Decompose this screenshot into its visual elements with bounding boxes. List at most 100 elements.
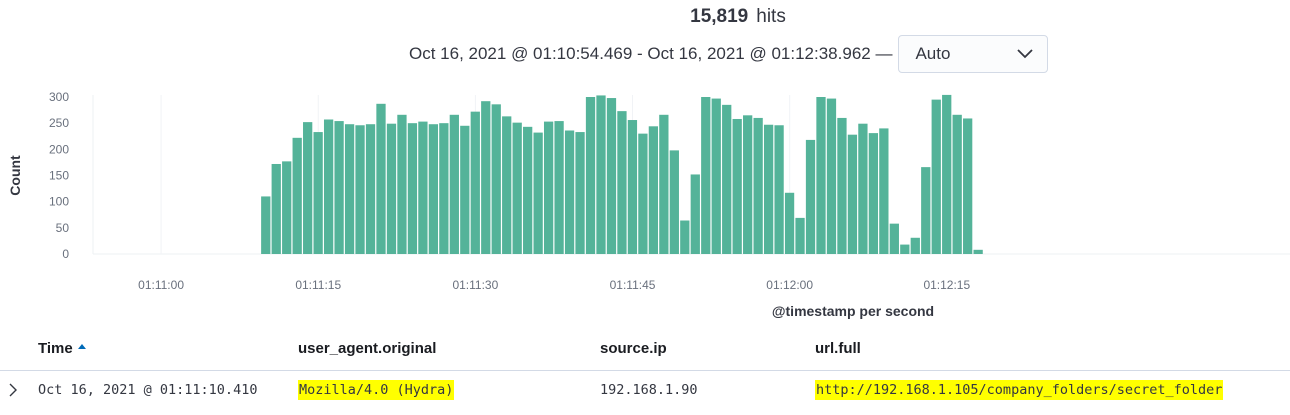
histogram-bar[interactable] (753, 117, 763, 254)
histogram-bar[interactable] (523, 126, 533, 254)
histogram-bar[interactable] (868, 133, 879, 254)
histogram-bar[interactable] (931, 99, 941, 254)
histogram-bar[interactable] (837, 117, 847, 254)
chevron-down-icon (1017, 49, 1034, 59)
histogram-bar[interactable] (386, 123, 397, 254)
histogram-bar[interactable] (596, 95, 606, 255)
histogram-bar[interactable] (669, 150, 679, 254)
histogram-bar[interactable] (323, 119, 334, 255)
histogram-bar[interactable] (470, 111, 480, 254)
column-header-source-ip[interactable]: source.ip (600, 340, 667, 357)
y-tick-label: 200 (49, 142, 69, 156)
hits-number: 15,819 (690, 6, 749, 27)
histogram-bar[interactable] (502, 116, 512, 254)
histogram-bar[interactable] (910, 237, 920, 254)
cell-time: Oct 16, 2021 @ 01:11:10.410 (38, 382, 258, 398)
histogram-bar[interactable] (879, 128, 889, 254)
y-tick-label: 250 (49, 116, 69, 130)
histogram-chart[interactable]: 0 50 100 150 200 250 300 01:11:00 01:11:15 01:11:… (0, 80, 1290, 325)
expand-row-icon[interactable] (8, 383, 18, 397)
histogram-bar[interactable] (889, 223, 899, 254)
interval-select[interactable]: Auto (898, 35, 1049, 73)
histogram-bar[interactable] (334, 121, 344, 254)
time-range-text: Oct 16, 2021 @ 01:10:54.469 - Oct 16, 20… (409, 44, 893, 63)
histogram-bar[interactable] (575, 132, 585, 254)
x-tick-label: 01:11:00 (138, 278, 184, 292)
y-tick-label: 100 (49, 195, 69, 209)
histogram-bar[interactable] (743, 115, 753, 254)
histogram-bar[interactable] (732, 118, 742, 254)
histogram-bar[interactable] (303, 122, 313, 254)
histogram-bar[interactable] (271, 163, 281, 254)
histogram-bar[interactable] (460, 125, 470, 255)
histogram-bar[interactable] (816, 97, 826, 254)
histogram-bar[interactable] (554, 121, 564, 254)
histogram-bar[interactable] (292, 137, 302, 254)
table-header: Time user_agent.original source.ip url.f… (0, 332, 1290, 371)
interval-selected-value: Auto (915, 44, 951, 63)
histogram-bar[interactable] (774, 125, 784, 254)
y-tick-label: 300 (49, 90, 69, 104)
histogram-bar[interactable] (313, 132, 323, 254)
histogram-bar[interactable] (428, 124, 439, 254)
histogram-bar[interactable] (847, 134, 858, 254)
histogram-bar[interactable] (533, 132, 543, 254)
histogram-bar[interactable] (617, 111, 627, 254)
histogram-bar[interactable] (711, 98, 721, 254)
histogram-bar[interactable] (659, 114, 669, 254)
y-tick-label: 50 (56, 221, 70, 235)
histogram-bar[interactable] (449, 114, 459, 254)
column-header-user-agent[interactable]: user_agent.original (298, 340, 436, 357)
histogram-bar[interactable] (512, 122, 522, 254)
column-header-time-label: Time (38, 340, 73, 357)
histogram-bar[interactable] (722, 104, 732, 254)
column-header-url[interactable]: url.full (815, 340, 861, 357)
histogram-bar[interactable] (606, 98, 617, 255)
histogram-bar[interactable] (921, 167, 931, 254)
x-tick-label: 01:12:00 (766, 278, 813, 292)
histogram-bar[interactable] (784, 192, 795, 254)
histogram-bar[interactable] (564, 130, 575, 254)
histogram-bar[interactable] (282, 161, 292, 254)
histogram-bar[interactable] (680, 220, 690, 254)
histogram-bar[interactable] (439, 123, 449, 254)
cell-url: http://192.168.1.105/company_folders/sec… (815, 380, 1224, 400)
histogram-bar[interactable] (376, 103, 386, 254)
histogram-bar[interactable] (900, 244, 910, 254)
column-header-time[interactable]: Time (38, 340, 86, 357)
histogram-bar[interactable] (963, 118, 973, 254)
histogram-bar[interactable] (638, 133, 648, 254)
x-tick-label: 01:11:30 (452, 278, 498, 292)
histogram-bar[interactable] (543, 121, 554, 254)
y-tick-label: 150 (49, 169, 69, 183)
histogram-bar[interactable] (355, 125, 365, 254)
histogram-bar[interactable] (261, 196, 271, 254)
histogram-bar[interactable] (344, 124, 355, 254)
histogram-bar[interactable] (690, 174, 700, 254)
histogram-bar[interactable] (701, 97, 711, 254)
histogram-bar[interactable] (763, 124, 774, 254)
histogram-bar[interactable] (795, 217, 805, 254)
time-range-row: Oct 16, 2021 @ 01:10:54.469 - Oct 16, 20… (409, 34, 1049, 74)
x-tick-label: 01:12:15 (923, 278, 970, 292)
histogram-bar[interactable] (418, 121, 428, 254)
histogram-bar[interactable] (805, 139, 816, 254)
histogram-bar[interactable] (585, 97, 596, 254)
histogram-bar[interactable] (952, 114, 962, 254)
cell-user-agent: Mozilla/4.0 (Hydra) (298, 380, 455, 400)
table-row[interactable]: Oct 16, 2021 @ 01:11:10.410 Mozilla/4.0 … (0, 371, 1290, 411)
histogram-bar[interactable] (826, 98, 837, 254)
sort-ascending-icon[interactable] (77, 343, 86, 349)
histogram-bar[interactable] (481, 101, 491, 254)
y-axis-title: Count (7, 155, 23, 196)
histogram-bar[interactable] (365, 124, 376, 254)
histogram-bar[interactable] (407, 123, 418, 254)
histogram-bar[interactable] (397, 114, 407, 254)
histogram-bar[interactable] (858, 123, 868, 254)
histogram-bar[interactable] (942, 94, 952, 254)
histogram-bar[interactable] (648, 126, 659, 254)
hits-label: hits (756, 6, 786, 27)
histogram-bar[interactable] (973, 249, 983, 254)
histogram-bar[interactable] (627, 120, 638, 254)
histogram-bar[interactable] (491, 104, 501, 255)
